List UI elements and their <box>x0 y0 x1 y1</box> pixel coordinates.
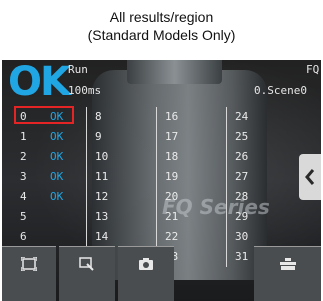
region-number: 9 <box>95 130 102 143</box>
region-number: 26 <box>235 150 249 163</box>
region-number: 14 <box>95 230 109 243</box>
region-number: 22 <box>165 230 179 243</box>
region-number: 12 <box>95 190 109 203</box>
region-cell-28[interactable]: 28 <box>227 187 287 207</box>
caption-title: All results/region <box>109 9 214 25</box>
bottle-cap-image <box>127 60 222 84</box>
region-column-2: 1617181920212223 <box>156 107 227 267</box>
overall-judgement: OK <box>8 60 71 105</box>
region-cell-12[interactable]: 12 <box>87 187 157 207</box>
region-cell-3[interactable]: 3 OK <box>16 167 86 187</box>
region-number: 5 <box>20 210 27 223</box>
region-number: 4 <box>20 190 27 203</box>
chevron-left-icon <box>305 169 315 185</box>
region-number: 13 <box>95 210 109 223</box>
sensor-screen: FQ Series OK Run 100ms FQ 0.Scene0 0 OK 1 O… <box>2 60 321 301</box>
region-cell-19[interactable]: 19 <box>157 167 227 187</box>
caption: All results/region (Standard Models Only… <box>0 8 323 44</box>
region-number: 17 <box>165 130 179 143</box>
region-number: 18 <box>165 150 179 163</box>
tools-icon <box>279 258 296 270</box>
region-result: OK <box>50 190 64 203</box>
region-number: 11 <box>95 170 109 183</box>
region-column-0: 0OK1OK2OK3OK4OK567 <box>14 106 86 267</box>
camera-icon <box>139 258 153 270</box>
region-cell-16[interactable]: 16 <box>157 107 227 127</box>
region-cell-18[interactable]: 18 <box>157 147 227 167</box>
region-number: 6 <box>20 230 27 243</box>
region-result: OK <box>50 150 64 163</box>
capture-button[interactable] <box>118 246 174 301</box>
region-cell-29[interactable]: 29 <box>227 207 287 227</box>
processing-time: 100ms <box>68 84 102 97</box>
region-number: 24 <box>235 110 249 123</box>
region-cell-25[interactable]: 25 <box>227 127 287 147</box>
region-cell-11[interactable]: 11 <box>87 167 157 187</box>
region-cell-1[interactable]: 1 OK <box>16 127 86 147</box>
selected-region-highlight <box>14 106 74 124</box>
region-results-grid: 0OK1OK2OK3OK4OK567 89101112131415 161718… <box>14 106 276 267</box>
region-cell-22[interactable]: 22 <box>157 227 227 247</box>
region-number: 21 <box>165 210 179 223</box>
region-number: 8 <box>95 110 102 123</box>
region-cell-2[interactable]: 2 OK <box>16 147 86 167</box>
region-cell-17[interactable]: 17 <box>157 127 227 147</box>
region-column-1: 89101112131415 <box>86 107 157 267</box>
region-number: 16 <box>165 110 179 123</box>
run-mode-label: Run <box>68 63 88 76</box>
region-cell-6[interactable]: 6 <box>16 227 86 247</box>
region-number: 2 <box>20 150 27 163</box>
region-result: OK <box>50 170 64 183</box>
region-cell-5[interactable]: 5 <box>16 207 86 227</box>
region-cell-27[interactable]: 27 <box>227 167 287 187</box>
region-number: 19 <box>165 170 179 183</box>
region-cell-4[interactable]: 4 OK <box>16 187 86 207</box>
region-number: 20 <box>165 190 179 203</box>
region-number: 29 <box>235 210 249 223</box>
region-cell-8[interactable]: 8 <box>87 107 157 127</box>
zoom-icon <box>79 257 94 271</box>
bottom-toolbar <box>2 246 321 301</box>
region-cell-9[interactable]: 9 <box>87 127 157 147</box>
scene-label: 0.Scene0 <box>254 84 307 97</box>
region-number: 25 <box>235 130 249 143</box>
region-cell-10[interactable]: 10 <box>87 147 157 167</box>
region-cell-21[interactable]: 21 <box>157 207 227 227</box>
region-number: 1 <box>20 130 27 143</box>
tools-button[interactable] <box>254 246 321 301</box>
region-number: 10 <box>95 150 109 163</box>
device-label: FQ <box>306 63 320 76</box>
region-cell-24[interactable]: 24 <box>227 107 287 127</box>
region-result: OK <box>50 130 64 143</box>
fit-frame-button[interactable] <box>2 246 56 301</box>
region-number: 27 <box>235 170 249 183</box>
zoom-button[interactable] <box>59 246 115 301</box>
region-cell-30[interactable]: 30 <box>227 227 287 247</box>
region-number: 30 <box>235 230 249 243</box>
expand-panel-button[interactable] <box>299 154 321 200</box>
region-cell-20[interactable]: 20 <box>157 187 227 207</box>
region-cell-0[interactable]: 0 OK <box>14 106 86 127</box>
region-number: 3 <box>20 170 27 183</box>
caption-subtitle: (Standard Models Only) <box>87 27 236 43</box>
region-cell-26[interactable]: 26 <box>227 147 287 167</box>
fit-frame-icon <box>21 257 37 271</box>
region-cell-13[interactable]: 13 <box>87 207 157 227</box>
region-cell-14[interactable]: 14 <box>87 227 157 247</box>
region-number: 28 <box>235 190 249 203</box>
region-column-3: 24 25 26 27 28 29 30 31 <box>226 107 287 267</box>
